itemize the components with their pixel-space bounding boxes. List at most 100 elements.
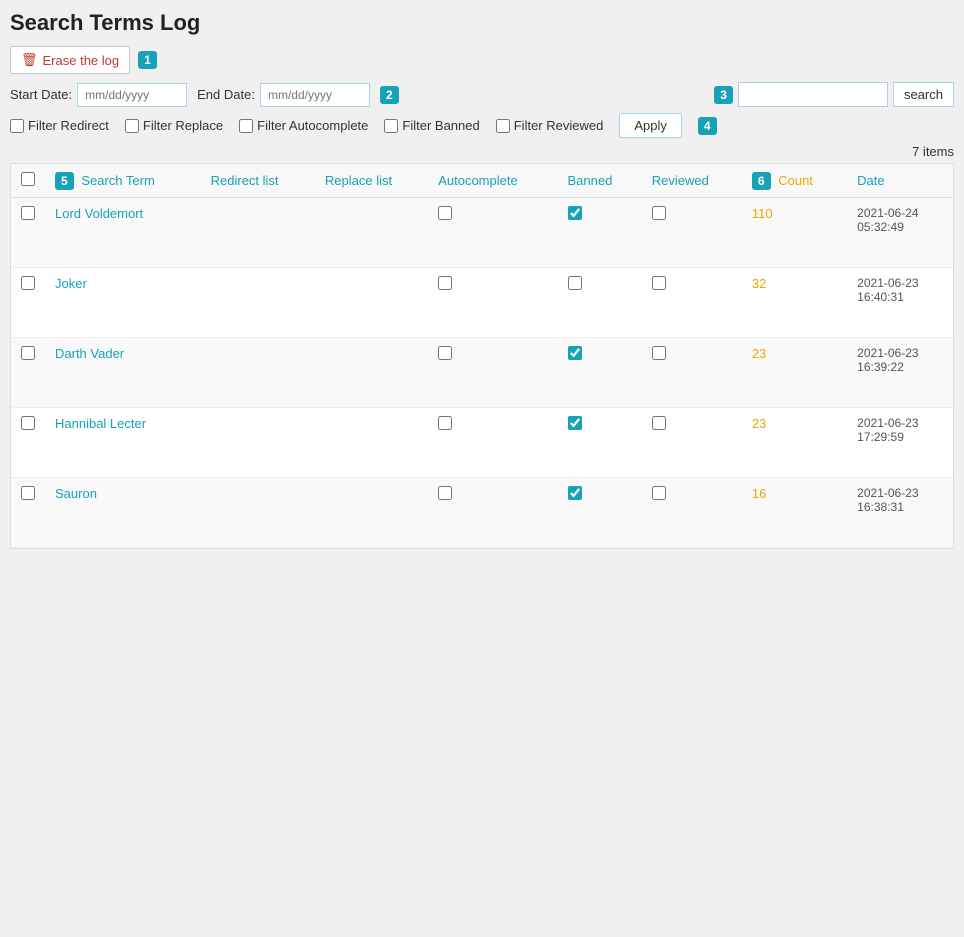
row-banned-checkbox[interactable] xyxy=(568,346,582,360)
toolbar: 🗑 Erase the log 1 xyxy=(10,46,954,74)
row-autocomplete[interactable] xyxy=(428,408,557,478)
table-row: Lord Voldemort1102021-06-24 05:32:49 xyxy=(11,198,953,268)
row-reviewed-checkbox[interactable] xyxy=(652,206,666,220)
row-reviewed-checkbox[interactable] xyxy=(652,346,666,360)
row-reviewed[interactable] xyxy=(642,338,742,408)
row-search-term[interactable]: Joker xyxy=(45,268,201,338)
row-search-term[interactable]: Sauron xyxy=(45,478,201,548)
row-select-checkbox[interactable] xyxy=(21,206,35,220)
row-autocomplete[interactable] xyxy=(428,268,557,338)
date-filter-row: Start Date: End Date: 2 3 search xyxy=(10,82,954,107)
table-row: Sauron162021-06-23 16:38:31 xyxy=(11,478,953,548)
items-count: 7 items xyxy=(10,144,954,159)
row-reviewed-checkbox[interactable] xyxy=(652,486,666,500)
row-replace xyxy=(315,478,428,548)
row-checkbox-cell[interactable] xyxy=(11,268,45,338)
filter-redirect-text: Filter Redirect xyxy=(28,118,109,133)
row-checkbox-cell[interactable] xyxy=(11,408,45,478)
row-select-checkbox[interactable] xyxy=(21,486,35,500)
row-banned-checkbox[interactable] xyxy=(568,276,582,290)
select-all-checkbox[interactable] xyxy=(21,172,35,186)
row-banned-checkbox[interactable] xyxy=(568,206,582,220)
search-input[interactable] xyxy=(738,82,888,107)
row-reviewed[interactable] xyxy=(642,198,742,268)
row-checkbox-cell[interactable] xyxy=(11,198,45,268)
row-autocomplete[interactable] xyxy=(428,198,557,268)
row-reviewed-checkbox[interactable] xyxy=(652,276,666,290)
search-term-link[interactable]: Joker xyxy=(55,276,87,291)
filter-banned-checkbox[interactable] xyxy=(384,119,398,133)
search-button[interactable]: search xyxy=(893,82,954,107)
row-select-checkbox[interactable] xyxy=(21,346,35,360)
row-count: 23 xyxy=(742,338,847,408)
filter-autocomplete-label[interactable]: Filter Autocomplete xyxy=(239,118,368,133)
end-date-input[interactable] xyxy=(260,83,370,107)
erase-log-button[interactable]: 🗑 Erase the log xyxy=(10,46,130,74)
row-replace xyxy=(315,268,428,338)
col-reviewed: Reviewed xyxy=(642,164,742,198)
search-terms-table: 5 Search Term Redirect list Replace list… xyxy=(11,164,953,548)
row-redirect xyxy=(201,338,315,408)
row-banned[interactable] xyxy=(558,268,642,338)
row-reviewed[interactable] xyxy=(642,478,742,548)
filter-banned-text: Filter Banned xyxy=(402,118,479,133)
search-term-link[interactable]: Sauron xyxy=(55,486,97,501)
filter-autocomplete-text: Filter Autocomplete xyxy=(257,118,368,133)
row-banned[interactable] xyxy=(558,408,642,478)
filter-redirect-checkbox[interactable] xyxy=(10,119,24,133)
row-autocomplete-checkbox[interactable] xyxy=(438,346,452,360)
filter-replace-label[interactable]: Filter Replace xyxy=(125,118,223,133)
search-term-link[interactable]: Hannibal Lecter xyxy=(55,416,146,431)
row-select-checkbox[interactable] xyxy=(21,276,35,290)
filter-replace-text: Filter Replace xyxy=(143,118,223,133)
row-checkbox-cell[interactable] xyxy=(11,478,45,548)
badge-6: 6 xyxy=(752,172,771,190)
row-date: 2021-06-23 17:29:59 xyxy=(847,408,953,478)
row-date: 2021-06-24 05:32:49 xyxy=(847,198,953,268)
row-reviewed[interactable] xyxy=(642,268,742,338)
row-select-checkbox[interactable] xyxy=(21,416,35,430)
row-count: 16 xyxy=(742,478,847,548)
col-autocomplete: Autocomplete xyxy=(428,164,557,198)
row-banned[interactable] xyxy=(558,338,642,408)
filter-reviewed-checkbox[interactable] xyxy=(496,119,510,133)
row-reviewed-checkbox[interactable] xyxy=(652,416,666,430)
col-replace-list: Replace list xyxy=(315,164,428,198)
filter-autocomplete-checkbox[interactable] xyxy=(239,119,253,133)
row-replace xyxy=(315,408,428,478)
col-select-all[interactable] xyxy=(11,164,45,198)
row-redirect xyxy=(201,198,315,268)
row-redirect xyxy=(201,478,315,548)
row-banned[interactable] xyxy=(558,198,642,268)
row-search-term[interactable]: Darth Vader xyxy=(45,338,201,408)
row-replace xyxy=(315,338,428,408)
row-checkbox-cell[interactable] xyxy=(11,338,45,408)
filter-redirect-label[interactable]: Filter Redirect xyxy=(10,118,109,133)
table-row: Darth Vader232021-06-23 16:39:22 xyxy=(11,338,953,408)
row-autocomplete-checkbox[interactable] xyxy=(438,416,452,430)
row-banned[interactable] xyxy=(558,478,642,548)
filter-banned-label[interactable]: Filter Banned xyxy=(384,118,479,133)
start-date-input[interactable] xyxy=(77,83,187,107)
search-term-link[interactable]: Darth Vader xyxy=(55,346,124,361)
apply-button[interactable]: Apply xyxy=(619,113,682,138)
filter-reviewed-label[interactable]: Filter Reviewed xyxy=(496,118,604,133)
row-autocomplete-checkbox[interactable] xyxy=(438,486,452,500)
start-date-label: Start Date: xyxy=(10,87,72,102)
row-autocomplete[interactable] xyxy=(428,478,557,548)
col-redirect-list: Redirect list xyxy=(201,164,315,198)
search-term-link[interactable]: Lord Voldemort xyxy=(55,206,143,221)
trash-icon: 🗑 xyxy=(21,52,38,68)
checkbox-filter-row: Filter Redirect Filter Replace Filter Au… xyxy=(10,113,954,138)
row-banned-checkbox[interactable] xyxy=(568,486,582,500)
row-search-term[interactable]: Hannibal Lecter xyxy=(45,408,201,478)
row-reviewed[interactable] xyxy=(642,408,742,478)
row-banned-checkbox[interactable] xyxy=(568,416,582,430)
row-autocomplete-checkbox[interactable] xyxy=(438,206,452,220)
row-autocomplete-checkbox[interactable] xyxy=(438,276,452,290)
filter-replace-checkbox[interactable] xyxy=(125,119,139,133)
row-count: 32 xyxy=(742,268,847,338)
col-banned: Banned xyxy=(558,164,642,198)
row-search-term[interactable]: Lord Voldemort xyxy=(45,198,201,268)
row-autocomplete[interactable] xyxy=(428,338,557,408)
